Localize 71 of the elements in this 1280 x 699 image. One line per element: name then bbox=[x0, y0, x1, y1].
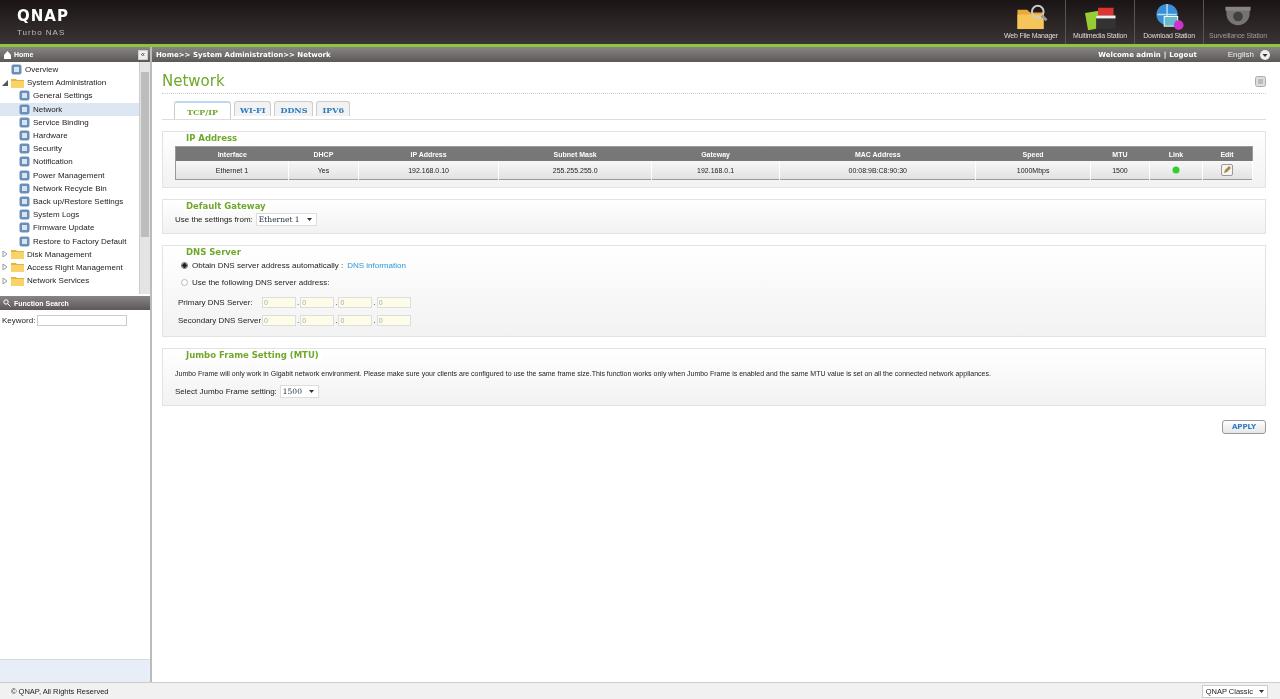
keyword-label: Keyword: bbox=[2, 316, 36, 325]
page-icon bbox=[19, 103, 30, 115]
dropdown-icon bbox=[1260, 49, 1270, 60]
folder-icon bbox=[11, 275, 24, 286]
scrollbar[interactable] bbox=[139, 62, 150, 294]
tree-item[interactable]: Network bbox=[0, 102, 139, 116]
option-label: Obtain DNS server address automatically : bbox=[192, 261, 344, 270]
octet-separator: . bbox=[372, 315, 377, 325]
field-label: Use the settings from: bbox=[175, 215, 253, 224]
folder-icon bbox=[11, 249, 24, 260]
scroll-thumb[interactable] bbox=[141, 72, 149, 237]
page-icon bbox=[19, 90, 30, 102]
field-label: Primary DNS Server: bbox=[178, 297, 254, 307]
tree-item[interactable]: Power Management bbox=[0, 168, 139, 182]
logo: QNAP bbox=[17, 7, 69, 25]
tree-item[interactable]: Access Right Management bbox=[0, 260, 139, 274]
expanded-arrow-icon bbox=[2, 79, 8, 86]
tree-item[interactable]: System Administration bbox=[0, 76, 139, 90]
edit-button[interactable] bbox=[1221, 164, 1234, 176]
tree-item[interactable]: Security bbox=[0, 142, 139, 156]
radio-button[interactable] bbox=[181, 262, 188, 269]
help-icon bbox=[1255, 75, 1266, 87]
keyword-field[interactable] bbox=[37, 315, 128, 326]
caret-icon bbox=[1259, 689, 1264, 693]
page-icon bbox=[19, 182, 30, 194]
octet-separator: . bbox=[334, 297, 339, 307]
page-title: Network bbox=[162, 72, 225, 90]
home-icon bbox=[3, 50, 12, 59]
tagline: Turbo NAS bbox=[17, 28, 67, 37]
page-icon bbox=[19, 169, 30, 181]
tree-item[interactable]: System Logs bbox=[0, 208, 139, 222]
page-icon bbox=[19, 222, 30, 234]
tab[interactable]: IPV6 bbox=[316, 101, 350, 116]
language-selector[interactable]: English bbox=[1227, 49, 1270, 60]
tab[interactable]: WI-FI bbox=[234, 101, 272, 116]
folder-icon bbox=[11, 77, 24, 88]
octet-separator: . bbox=[372, 297, 377, 307]
tree-item[interactable]: Network Recycle Bin bbox=[0, 181, 139, 195]
caret-icon bbox=[306, 218, 312, 221]
page-icon bbox=[19, 156, 30, 168]
field-label: Secondary DNS Server: bbox=[178, 315, 262, 325]
tree-item[interactable]: Restore to Factory Default bbox=[0, 234, 139, 248]
tree-item[interactable]: Network Services bbox=[0, 274, 139, 288]
page-icon bbox=[19, 235, 30, 247]
field-label: Select Jumbo Frame setting: bbox=[175, 387, 277, 396]
tree-item[interactable]: Hardware bbox=[0, 128, 139, 143]
page-icon bbox=[19, 130, 30, 142]
pencil-icon bbox=[1223, 166, 1232, 174]
octet-separator: . bbox=[334, 315, 339, 325]
folder-icon bbox=[11, 262, 24, 273]
octet-separator: . bbox=[296, 297, 301, 307]
caret-icon bbox=[308, 390, 314, 393]
page-icon bbox=[19, 116, 30, 128]
tree-item[interactable]: Firmware Update bbox=[0, 221, 139, 235]
option-label: Use the following DNS server address: bbox=[192, 278, 330, 287]
tree-item[interactable]: Back up/Restore Settings bbox=[0, 194, 139, 209]
page-icon bbox=[19, 195, 30, 207]
page-icon bbox=[19, 143, 30, 155]
page-icon bbox=[11, 64, 22, 76]
page-icon bbox=[19, 209, 30, 221]
tree-item[interactable]: Notification bbox=[0, 155, 139, 169]
octet-separator: . bbox=[296, 315, 301, 325]
tree-item[interactable]: General Settings bbox=[0, 89, 139, 103]
tree-item[interactable]: Overview bbox=[0, 63, 139, 77]
radio-button[interactable] bbox=[181, 279, 188, 286]
section-title: Default Gateway bbox=[183, 201, 269, 211]
tab[interactable]: DDNS bbox=[274, 101, 314, 116]
tree-item[interactable]: Disk Management bbox=[0, 247, 139, 261]
section-title: DNS Server bbox=[183, 247, 244, 257]
search-icon bbox=[3, 299, 11, 307]
tree-item[interactable]: Service Binding bbox=[0, 115, 139, 129]
